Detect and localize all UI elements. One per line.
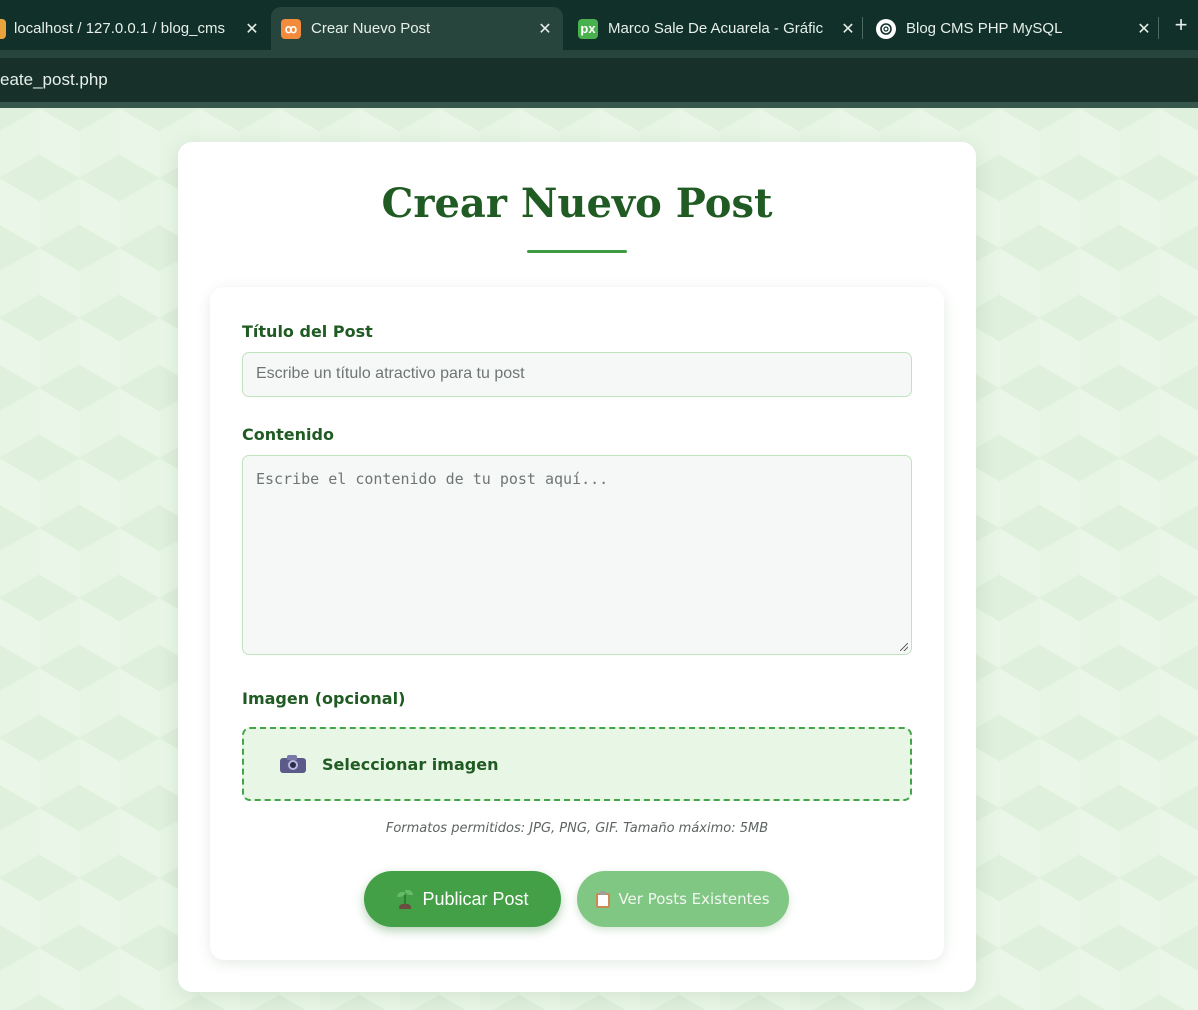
address-bar: eate_post.php [0, 50, 1198, 108]
clipboard-icon [596, 890, 611, 908]
page-title: Crear Nuevo Post [381, 180, 773, 227]
tab-crear-nuevo-post[interactable]: ꝏ Crear Nuevo Post ✕ [271, 7, 563, 50]
tab-label: localhost / 127.0.0.1 / blog_cms [14, 20, 225, 37]
phpmyadmin-icon [0, 18, 6, 39]
content-placeholder: Escribe el contenido de tu post aquí... [256, 470, 609, 488]
title-placeholder: Escribe un título atractivo para tu post [256, 365, 525, 382]
browser-tab-bar: localhost / 127.0.0.1 / blog_cms ✕ ꝏ Cre… [0, 0, 1198, 50]
image-upload-button[interactable]: Seleccionar imagen [242, 727, 912, 801]
tab-pixabay[interactable]: px Marco Sale De Acuarela - Gráfic ✕ [578, 7, 860, 50]
resize-handle-icon[interactable] [900, 643, 908, 651]
tab-separator [862, 17, 863, 39]
close-icon[interactable]: ✕ [240, 19, 264, 39]
pixabay-icon: px [578, 18, 598, 39]
xampp-icon: ꝏ [281, 18, 301, 39]
tab-blog-cms[interactable]: Blog CMS PHP MySQL ✕ [876, 7, 1156, 50]
close-icon[interactable]: ✕ [1132, 19, 1156, 39]
view-posts-label: Ver Posts Existentes [618, 890, 770, 908]
close-icon[interactable]: ✕ [836, 19, 860, 39]
new-tab-icon[interactable]: + [1168, 12, 1194, 38]
camera-icon [280, 755, 306, 773]
tab-phpmyadmin[interactable]: localhost / 127.0.0.1 / blog_cms ✕ [0, 7, 264, 50]
create-post-form: Título del Post Escribe un título atract… [210, 287, 944, 960]
url-text: eate_post.php [0, 70, 108, 89]
content-label: Contenido [242, 425, 334, 444]
image-label: Imagen (opcional) [242, 689, 406, 708]
content-textarea[interactable]: Escribe el contenido de tu post aquí... [242, 455, 912, 655]
tab-separator [1158, 17, 1159, 39]
publish-post-label: Publicar Post [422, 888, 529, 909]
title-label: Título del Post [242, 322, 373, 341]
url-field[interactable]: eate_post.php [0, 58, 1198, 102]
page-background: Crear Nuevo Post Título del Post Escribe… [0, 108, 1198, 1010]
sprout-icon [396, 889, 414, 909]
openai-icon [876, 18, 896, 39]
publish-post-button[interactable]: Publicar Post [364, 871, 561, 927]
title-underline [527, 250, 627, 253]
close-icon[interactable]: ✕ [533, 19, 557, 39]
upload-hint: Formatos permitidos: JPG, PNG, GIF. Tama… [385, 821, 769, 836]
view-posts-button[interactable]: Ver Posts Existentes [577, 871, 789, 927]
tab-label: Blog CMS PHP MySQL [906, 20, 1063, 37]
tab-label: Marco Sale De Acuarela - Gráfic [608, 20, 824, 37]
title-input[interactable]: Escribe un título atractivo para tu post [242, 352, 912, 397]
tab-label: Crear Nuevo Post [311, 20, 431, 37]
create-post-card: Crear Nuevo Post Título del Post Escribe… [178, 142, 976, 992]
upload-label: Seleccionar imagen [322, 754, 499, 774]
